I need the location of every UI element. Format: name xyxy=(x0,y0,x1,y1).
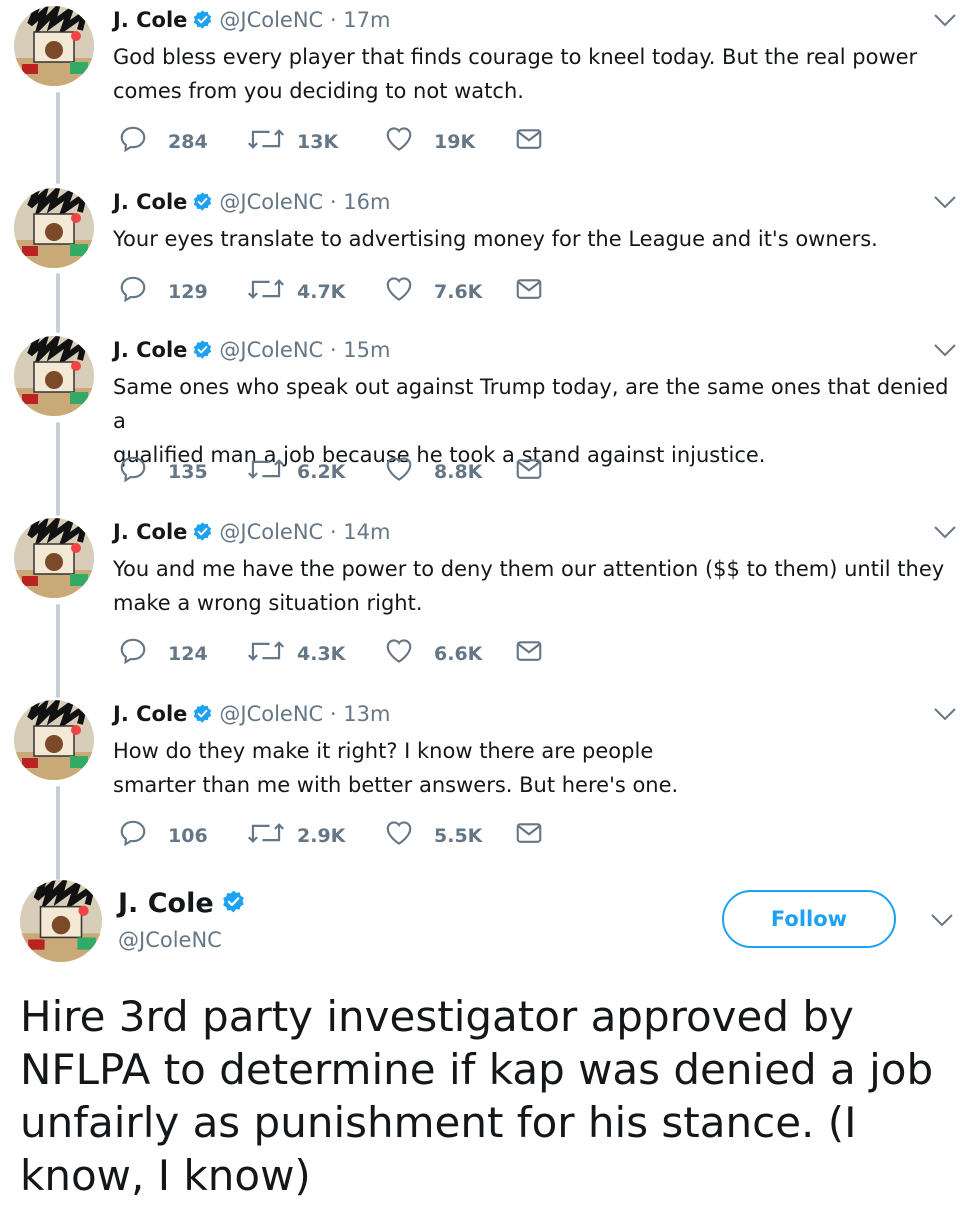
retweet-count: 4.3K xyxy=(297,643,346,665)
user-handle[interactable]: @JColeNC xyxy=(219,338,323,362)
retweet-icon xyxy=(248,129,284,149)
envelope-icon xyxy=(516,459,542,479)
thread-line xyxy=(56,604,60,698)
heart-icon xyxy=(386,639,412,663)
user-name[interactable]: J. Cole xyxy=(118,888,214,919)
user-name[interactable]: J. Cole xyxy=(113,338,187,362)
reply-count: 124 xyxy=(168,643,208,665)
retweet-icon xyxy=(248,641,284,661)
tweet-text: God bless every player that finds courag… xyxy=(113,45,918,103)
tweet-header: J. Cole @JColeNC · 13m xyxy=(113,700,390,728)
user-name[interactable]: J. Cole xyxy=(113,520,187,544)
like-count: 5.5K xyxy=(434,825,483,847)
verified-badge-icon xyxy=(194,340,212,359)
retweet-count: 6.2K xyxy=(297,461,346,483)
like-count: 7.6K xyxy=(434,281,483,303)
profile-avatar-image xyxy=(14,6,94,86)
like-count: 6.6K xyxy=(434,643,483,665)
profile-avatar-image xyxy=(20,880,102,962)
avatar[interactable] xyxy=(14,700,94,780)
reply-icon xyxy=(120,820,146,847)
avatar[interactable] xyxy=(14,6,94,86)
verified-badge-icon xyxy=(194,10,212,29)
retweet-count: 4.7K xyxy=(297,281,346,303)
tweet-header: J. Cole @JColeNC · 16m xyxy=(113,188,390,216)
retweet-count: 13K xyxy=(297,131,339,153)
tweet-header: J. Cole @JColeNC · 15m xyxy=(113,336,390,364)
heart-icon xyxy=(386,821,412,845)
retweet-icon xyxy=(248,459,284,479)
thread-line xyxy=(56,92,60,184)
thread-line xyxy=(56,786,60,880)
profile-avatar-image xyxy=(14,700,94,780)
user-handle[interactable]: @JColeNC xyxy=(219,702,323,726)
user-handle[interactable]: @JColeNC xyxy=(118,924,222,956)
chevron-down-icon[interactable] xyxy=(930,912,954,928)
tweet-time[interactable]: 17m xyxy=(343,8,390,32)
separator-dot: · xyxy=(323,8,344,32)
reply-count: 135 xyxy=(168,461,208,483)
separator-dot: · xyxy=(323,190,344,214)
verified-badge-icon xyxy=(194,704,212,723)
chevron-down-icon[interactable] xyxy=(933,706,957,722)
avatar[interactable] xyxy=(14,188,94,268)
main-tweet-text: Hire 3rd party investigator approved by … xyxy=(20,992,934,1200)
user-name[interactable]: J. Cole xyxy=(113,702,187,726)
reply-icon xyxy=(120,126,146,153)
reply-count: 129 xyxy=(168,281,208,303)
chevron-down-icon[interactable] xyxy=(933,342,957,358)
avatar[interactable] xyxy=(14,518,94,598)
profile-avatar-image xyxy=(14,518,94,598)
verified-badge-icon xyxy=(222,890,244,913)
thread-line xyxy=(56,273,60,333)
chevron-down-icon[interactable] xyxy=(933,194,957,210)
user-handle[interactable]: @JColeNC xyxy=(219,8,323,32)
main-user-name-row: J. Cole xyxy=(118,886,252,922)
tweet-header: J. Cole @JColeNC · 17m xyxy=(113,6,390,34)
user-name[interactable]: J. Cole xyxy=(113,8,187,32)
like-count: 8.8K xyxy=(434,461,483,483)
separator-dot: · xyxy=(323,702,344,726)
tweet-text: Your eyes translate to advertising money… xyxy=(113,227,878,251)
follow-button[interactable]: Follow xyxy=(722,890,896,948)
reply-count: 106 xyxy=(168,825,208,847)
envelope-icon xyxy=(516,823,542,843)
tweet-time[interactable]: 13m xyxy=(343,702,390,726)
profile-avatar-image xyxy=(14,188,94,268)
reply-icon xyxy=(120,276,146,303)
thread-line xyxy=(56,422,60,516)
reply-icon xyxy=(120,456,146,483)
separator-dot: · xyxy=(323,338,344,362)
verified-badge-icon xyxy=(194,522,212,541)
profile-avatar-image xyxy=(14,336,94,416)
verified-badge-icon xyxy=(194,192,212,211)
reply-count: 284 xyxy=(168,131,208,153)
tweet-time[interactable]: 14m xyxy=(343,520,390,544)
retweet-count: 2.9K xyxy=(297,825,346,847)
user-handle[interactable]: @JColeNC xyxy=(219,190,323,214)
envelope-icon xyxy=(516,641,542,661)
user-name[interactable]: J. Cole xyxy=(113,190,187,214)
chevron-down-icon[interactable] xyxy=(933,524,957,540)
chevron-down-icon[interactable] xyxy=(933,12,957,28)
tweet-time[interactable]: 16m xyxy=(343,190,390,214)
tweet-text: You and me have the power to deny them o… xyxy=(113,557,945,615)
retweet-icon xyxy=(248,823,284,843)
user-handle[interactable]: @JColeNC xyxy=(219,520,323,544)
reply-icon xyxy=(120,638,146,665)
retweet-icon xyxy=(248,279,284,299)
avatar[interactable] xyxy=(14,336,94,416)
tweet-time[interactable]: 15m xyxy=(343,338,390,362)
heart-icon xyxy=(386,277,412,301)
like-count: 19K xyxy=(434,131,476,153)
heart-icon xyxy=(386,457,412,481)
heart-icon xyxy=(386,127,412,151)
separator-dot: · xyxy=(323,520,344,544)
envelope-icon xyxy=(516,279,542,299)
main-avatar[interactable] xyxy=(20,880,102,962)
tweet-text: How do they make it right? I know there … xyxy=(113,739,679,797)
envelope-icon xyxy=(516,129,542,149)
tweet-header: J. Cole @JColeNC · 14m xyxy=(113,518,390,546)
